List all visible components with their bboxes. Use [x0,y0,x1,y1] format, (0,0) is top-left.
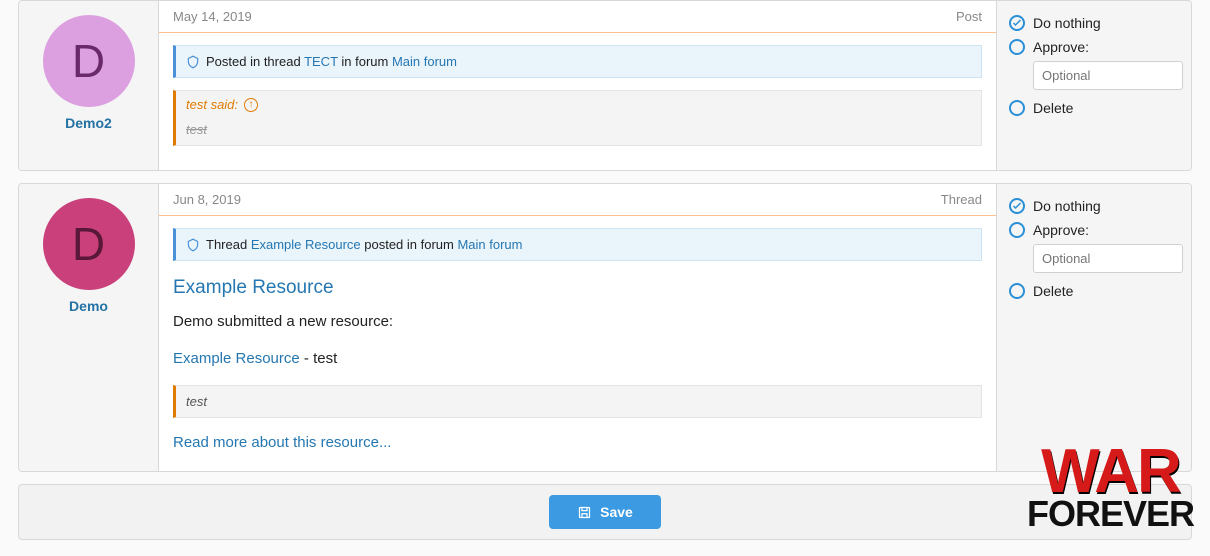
quote-author-label: test said: [186,97,238,112]
action-column: Do nothing Approve: Delete [996,1,1191,170]
body-text: Demo submitted a new resource: [159,309,996,334]
notice-thread-link[interactable]: Example Resource [251,237,361,252]
item-date[interactable]: May 14, 2019 [173,9,252,24]
option-label: Approve: [1033,39,1089,55]
approve-reason-input[interactable] [1033,244,1183,273]
notice-mid: posted in forum [361,237,458,252]
quote-box: test said: ↑ test [173,90,982,146]
save-button[interactable]: Save [549,495,661,529]
user-name-link[interactable]: Demo [27,298,150,314]
item-date[interactable]: Jun 8, 2019 [173,192,241,207]
save-button-label: Save [600,504,633,520]
notice-mid: in forum [338,54,392,69]
radio-icon [1009,39,1025,55]
read-more-link[interactable]: Read more about this resource... [173,434,391,451]
thread-title-link[interactable]: Example Resource [159,273,996,309]
option-label: Do nothing [1033,15,1101,31]
save-icon [577,505,592,520]
option-label: Do nothing [1033,198,1101,214]
item-header: May 14, 2019 Post [159,1,996,33]
item-type-label: Post [956,9,982,24]
quote-plain: test [173,385,982,418]
notice-prefix: Thread [206,237,251,252]
radio-checked-icon [1009,15,1025,31]
arrow-up-circle-icon[interactable]: ↑ [244,98,258,112]
save-bar: Save [18,484,1192,540]
notice-thread-link[interactable]: TECT [304,54,338,69]
radio-icon [1009,222,1025,238]
avatar[interactable]: D [43,15,135,107]
quote-body: test [176,118,981,145]
shield-icon [186,238,200,252]
body-text: Example Resource - test [159,334,996,371]
notice-bar: Thread Example Resource posted in forum … [173,228,982,261]
option-delete[interactable]: Delete [1009,279,1179,303]
option-do-nothing[interactable]: Do nothing [1009,11,1179,35]
notice-prefix: Posted in thread [206,54,304,69]
option-approve[interactable]: Approve: [1009,35,1179,59]
item-type-label: Thread [941,192,982,207]
option-approve[interactable]: Approve: [1009,218,1179,242]
radio-checked-icon [1009,198,1025,214]
action-column: Do nothing Approve: Delete [996,184,1191,471]
user-name-link[interactable]: Demo2 [27,115,150,131]
user-column: D Demo2 [19,1,159,170]
option-label: Delete [1033,100,1073,116]
item-header: Jun 8, 2019 Thread [159,184,996,216]
user-column: D Demo [19,184,159,471]
approve-reason-input[interactable] [1033,61,1183,90]
radio-icon [1009,100,1025,116]
option-label: Approve: [1033,222,1089,238]
moderation-item: D Demo2 May 14, 2019 Post Posted in thre… [18,0,1192,171]
shield-icon [186,55,200,69]
notice-forum-link[interactable]: Main forum [457,237,522,252]
quote-header[interactable]: test said: ↑ [176,91,981,118]
option-do-nothing[interactable]: Do nothing [1009,194,1179,218]
option-label: Delete [1033,283,1073,299]
body-suffix: - test [300,350,338,367]
notice-forum-link[interactable]: Main forum [392,54,457,69]
moderation-item: D Demo Jun 8, 2019 Thread Thread Example… [18,183,1192,472]
avatar[interactable]: D [43,198,135,290]
radio-icon [1009,283,1025,299]
notice-bar: Posted in thread TECT in forum Main foru… [173,45,982,78]
option-delete[interactable]: Delete [1009,96,1179,120]
resource-link[interactable]: Example Resource [173,350,300,367]
